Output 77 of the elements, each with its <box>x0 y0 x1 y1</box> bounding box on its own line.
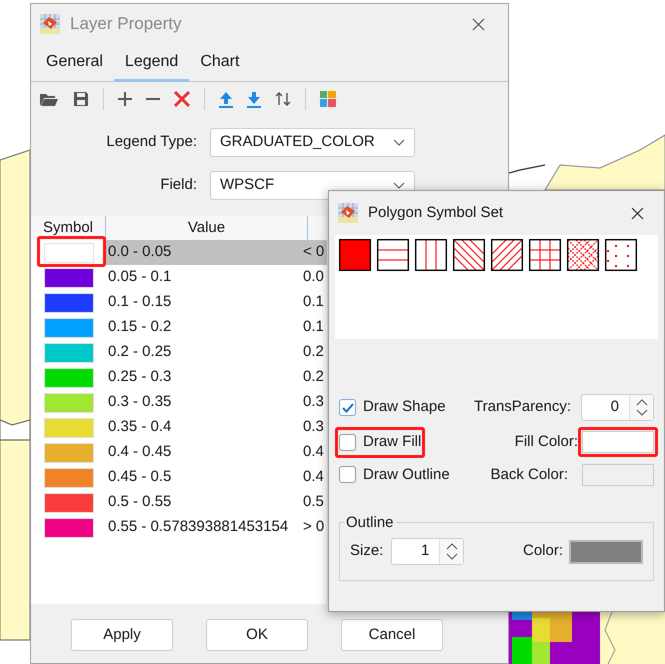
table-cell-text: 0.55 - 0.578393881453154 <box>107 517 290 538</box>
app-icon <box>40 14 60 34</box>
chevron-down-icon <box>393 139 405 146</box>
table-cell-text: < 0 <box>303 242 324 262</box>
table-cell-text: 0.4 <box>303 442 324 462</box>
window-title: Polygon Symbol Set <box>368 202 504 223</box>
color-label: Color: <box>522 541 563 562</box>
back-color-label: Back Color: <box>490 464 568 484</box>
table-cell-text: 0.2 <box>303 342 324 362</box>
pattern-swatch[interactable] <box>415 239 447 271</box>
table-cell-text: 0.45 - 0.5 <box>107 467 172 488</box>
tab[interactable]: General <box>35 44 114 82</box>
pattern-swatch[interactable] <box>377 239 409 271</box>
dialog-button[interactable]: Apply <box>71 619 173 651</box>
table-cell-text: > 0 <box>303 517 324 538</box>
table-cell-text: 0.0 - 0.05 <box>107 242 172 262</box>
transparency-label: TransParency: <box>474 397 571 418</box>
color-swatch[interactable] <box>582 464 654 486</box>
pattern-swatch[interactable] <box>491 239 523 271</box>
column-header[interactable]: Symbol <box>31 216 106 240</box>
checkbox[interactable] <box>339 466 356 484</box>
table-cell-text: 0.2 - 0.25 <box>107 342 172 362</box>
checkbox-label: Draw Shape <box>363 397 446 418</box>
table-cell-text: 0.2 <box>303 367 324 388</box>
table-cell-text: 0.3 - 0.35 <box>107 392 172 412</box>
table-cell-text: 0.5 - 0.55 <box>107 492 172 512</box>
plus-icon[interactable] <box>118 92 132 106</box>
size-label: Size: <box>350 541 384 562</box>
pattern-swatch[interactable] <box>529 239 561 271</box>
pattern-swatch[interactable] <box>605 239 637 271</box>
spinner-arrows-icon[interactable] <box>636 399 648 416</box>
folder-icon[interactable] <box>39 91 59 107</box>
color-grid-icon[interactable] <box>320 91 336 107</box>
table-cell-text: 0.4 <box>303 467 324 488</box>
table-cell-text: 0.15 - 0.2 <box>107 317 172 338</box>
tab[interactable]: Legend <box>114 44 190 82</box>
close-icon[interactable] <box>631 206 644 220</box>
table-cell-text: 0.05 - 0.1 <box>107 267 172 288</box>
table-cell-text: 0.1 <box>303 317 324 338</box>
table-cell-text: 0.1 - 0.15 <box>107 292 172 312</box>
table-cell-text: 0.1 <box>303 292 324 312</box>
dialog-button[interactable]: Cancel <box>341 619 443 651</box>
number-field[interactable]: 0 <box>581 394 654 421</box>
close-icon[interactable] <box>472 18 485 30</box>
move-up-icon[interactable] <box>219 90 233 108</box>
move-down-icon[interactable] <box>247 90 261 108</box>
spinner-arrows-icon[interactable] <box>446 543 458 560</box>
checkbox-label: Draw Outline <box>363 464 450 484</box>
fill-color-label: Fill Color: <box>514 432 578 452</box>
legend-type-label: Legend Type: <box>105 132 197 152</box>
minus-icon[interactable] <box>146 97 160 101</box>
table-cell-text: 0.5 <box>303 492 324 512</box>
chevron-down-icon <box>393 182 405 189</box>
table-cell-text: 0.0 <box>303 267 324 288</box>
pattern-swatch[interactable] <box>453 239 485 271</box>
table-cell-text: 0.3 <box>303 417 324 438</box>
color-swatch[interactable] <box>569 540 643 564</box>
field-label: Field: <box>159 175 197 196</box>
checkbox[interactable] <box>339 399 356 416</box>
delete-icon[interactable] <box>174 91 190 107</box>
legend-type-dropdown[interactable]: GRADUATED_COLOR <box>210 128 415 157</box>
table-cell-text: 0.3 <box>303 392 324 412</box>
pattern-swatch[interactable] <box>567 239 599 271</box>
app-icon <box>338 203 358 223</box>
window-title: Layer Property <box>70 13 182 36</box>
table-cell-text: 0.4 - 0.45 <box>107 442 172 462</box>
table-cell-text: 0.35 - 0.4 <box>107 417 172 438</box>
number-field[interactable]: 1 <box>391 538 464 565</box>
save-icon[interactable] <box>73 91 89 107</box>
dialog-button[interactable]: OK <box>206 619 308 651</box>
tab[interactable]: Chart <box>189 44 250 82</box>
sort-icon[interactable] <box>275 92 291 106</box>
checkmark-icon <box>342 402 354 412</box>
checkbox[interactable] <box>339 434 356 451</box>
pattern-swatch[interactable] <box>339 239 371 271</box>
table-cell-text: 0.25 - 0.3 <box>107 367 172 388</box>
checkbox-label: Draw Fill <box>363 432 422 452</box>
